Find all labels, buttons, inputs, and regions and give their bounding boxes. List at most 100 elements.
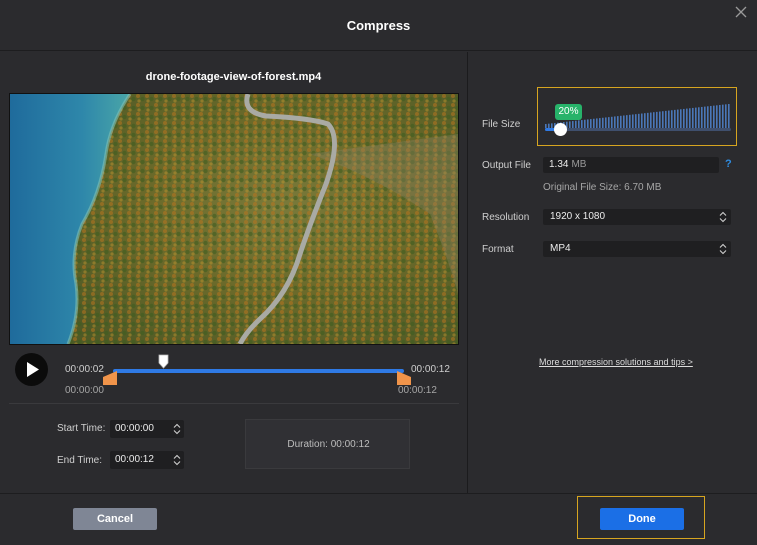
duration-label: Duration: [287, 439, 328, 450]
histogram-bar [638, 113, 640, 128]
histogram-bar [623, 115, 625, 128]
current-time: 00:00:02 [65, 364, 104, 375]
histogram-bar [686, 108, 688, 128]
histogram-bar [626, 115, 628, 128]
video-filename: drone-footage-view-of-forest.mp4 [145, 71, 322, 83]
histogram-bar [575, 120, 577, 128]
histogram-bar [569, 121, 571, 128]
histogram-bar [698, 107, 700, 128]
histogram-bar [650, 112, 652, 128]
histogram-bar [596, 118, 598, 128]
histogram-bar [614, 116, 616, 128]
spinner-icon[interactable] [173, 423, 181, 435]
resolution-select[interactable]: 1920 x 1080 [543, 209, 731, 225]
histogram-bar [620, 115, 622, 128]
histogram-bar [629, 114, 631, 128]
histogram-bar [578, 120, 580, 128]
histogram-bar [581, 120, 583, 128]
file-size-slider-track[interactable] [545, 128, 731, 131]
end-time-value: 00:00:12 [115, 454, 154, 465]
duration-value: 00:00:12 [330, 439, 370, 450]
trim-end-handle[interactable] [397, 371, 411, 385]
file-size-percent-badge: 20% [555, 104, 582, 120]
histogram-bar [662, 111, 664, 128]
histogram-bar [593, 118, 595, 128]
section-divider [9, 403, 459, 404]
histogram-bar [707, 106, 709, 128]
histogram-bar [656, 111, 658, 128]
play-icon [27, 362, 39, 377]
format-label: Format [482, 244, 514, 255]
histogram-bar [716, 105, 718, 128]
histogram-bar [701, 106, 703, 128]
histogram-bar [695, 107, 697, 128]
close-icon[interactable] [734, 5, 748, 19]
histogram-bar [572, 121, 574, 128]
histogram-bar [683, 108, 685, 128]
output-file-input[interactable]: 1.34 MB [543, 157, 719, 173]
histogram-bar [677, 109, 679, 128]
help-icon[interactable]: ? [725, 158, 732, 170]
histogram-bar [587, 119, 589, 128]
histogram-bar [668, 110, 670, 128]
histogram-bar [599, 118, 601, 128]
trim-track[interactable] [113, 369, 404, 373]
histogram-bar [674, 109, 676, 128]
file-size-label: File Size [482, 119, 521, 130]
play-button[interactable] [15, 353, 48, 386]
done-button[interactable]: Done [600, 508, 684, 530]
format-value: MP4 [550, 243, 571, 254]
histogram-bar [653, 112, 655, 128]
histogram-bar [590, 119, 592, 128]
histogram-bar [713, 105, 715, 128]
output-file-label: Output File [482, 160, 531, 171]
video-preview[interactable] [9, 93, 459, 345]
histogram-bar [692, 107, 694, 128]
histogram-bar [725, 104, 727, 128]
histogram-bar [617, 116, 619, 128]
original-file-size: Original File Size: 6.70 MB [543, 182, 662, 193]
dialog-title: Compress [346, 18, 411, 33]
format-select[interactable]: MP4 [543, 241, 731, 257]
trim-start-handle[interactable] [103, 371, 117, 385]
chevron-updown-icon [719, 243, 727, 255]
spinner-icon[interactable] [173, 454, 181, 466]
histogram-bar [680, 109, 682, 128]
cancel-button[interactable]: Cancel [73, 508, 157, 530]
histogram-bar [659, 111, 661, 128]
total-time: 00:00:12 [411, 364, 450, 375]
duration-display: Duration: 00:00:12 [245, 419, 410, 469]
histogram-bar [644, 113, 646, 128]
histogram-bar [647, 112, 649, 128]
output-size-unit: MB [571, 159, 587, 170]
histogram-bar [605, 117, 607, 128]
histogram-bar [635, 114, 637, 128]
histogram-bar [710, 105, 712, 128]
compression-tips-link[interactable]: More compression solutions and tips > [539, 357, 693, 367]
histogram-bar [671, 110, 673, 128]
trim-start-time: 00:00:00 [65, 385, 104, 396]
histogram-bar [641, 113, 643, 128]
resolution-value: 1920 x 1080 [550, 211, 606, 222]
histogram-bar [608, 117, 610, 128]
end-time-label: End Time: [57, 455, 103, 466]
histogram-bar [602, 117, 604, 128]
end-time-input[interactable]: 00:00:12 [110, 451, 184, 469]
histogram-bar [704, 106, 706, 128]
file-size-slider-thumb[interactable] [553, 123, 567, 136]
resolution-label: Resolution [482, 212, 530, 223]
playhead-handle[interactable] [158, 354, 169, 369]
chevron-updown-icon [719, 211, 727, 223]
duration-text: Duration: 00:00:12 [246, 439, 411, 450]
histogram-bar [584, 119, 586, 128]
start-time-value: 00:00:00 [115, 423, 154, 434]
histogram-bar [722, 104, 724, 128]
histogram-bar [689, 108, 691, 128]
histogram-bar [665, 110, 667, 128]
histogram-bar [632, 114, 634, 128]
histogram-bar [728, 104, 730, 128]
trim-end-time: 00:00:12 [398, 385, 437, 396]
start-time-input[interactable]: 00:00:00 [110, 420, 184, 438]
histogram-bar [719, 104, 721, 128]
histogram-bar [611, 116, 613, 128]
